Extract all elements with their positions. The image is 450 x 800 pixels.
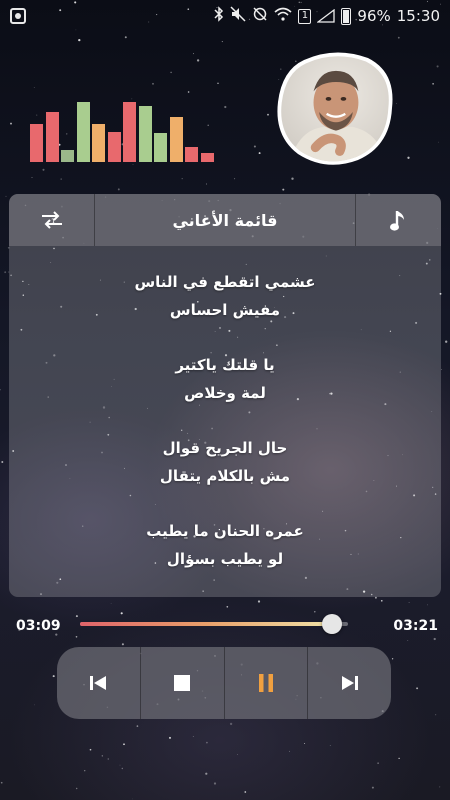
status-bar: 1 96% 15:30 <box>0 0 450 32</box>
equalizer-bar <box>107 132 121 162</box>
lyric-line: يا قلتك ياكتير <box>175 356 275 374</box>
elapsed-time: 03:09 <box>16 618 61 634</box>
lyrics-stanza: عشمي اتقطع في الناس مفيش احساس <box>9 268 441 324</box>
no-alarm-icon <box>252 6 268 26</box>
pause-button[interactable] <box>225 647 309 719</box>
seek-bar[interactable] <box>80 614 348 634</box>
signal-icon <box>317 9 336 23</box>
playlist-title[interactable]: قائمة الأغاني <box>95 211 355 230</box>
equalizer-bar <box>200 153 214 162</box>
lyric-line: حال الجريح قوال <box>162 439 288 457</box>
pause-icon <box>258 674 273 692</box>
equalizer-bar <box>61 150 74 162</box>
skip-previous-icon <box>90 676 107 690</box>
lyric-line: لمة وخلاص <box>184 384 266 402</box>
seek-bar-progress <box>80 622 332 626</box>
lyrics-card: 1 قائمة الأغاني عشمي اتقطع في الناس مفيش… <box>9 194 441 597</box>
music-button[interactable] <box>355 194 441 246</box>
equalizer-bar <box>30 124 43 162</box>
wifi-icon <box>274 7 292 25</box>
lyric-line: عشمي اتقطع في الناس <box>134 273 316 291</box>
next-button[interactable] <box>308 647 391 719</box>
lyric-line: مفيش احساس <box>169 301 281 319</box>
equalizer-bar <box>76 102 90 162</box>
lyric-line: لو يطيب بسؤال <box>166 550 284 568</box>
artist-avatar <box>274 50 396 168</box>
equalizer-bar <box>92 124 105 162</box>
repeat-button[interactable]: 1 <box>9 194 95 246</box>
music-note-icon <box>389 211 404 231</box>
mute-icon <box>230 6 246 26</box>
lyrics-text: عشمي اتقطع في الناس مفيش احساس يا قلتك ي… <box>9 268 441 597</box>
seek-bar-thumb[interactable] <box>321 614 342 634</box>
equalizer-bar <box>123 102 136 162</box>
clock: 15:30 <box>396 7 440 25</box>
equalizer-bar <box>138 106 152 162</box>
previous-button[interactable] <box>57 647 141 719</box>
equalizer-bar <box>169 117 183 162</box>
lyrics-stanza: حال الجريح قوال مش بالكلام يتقال <box>9 434 441 490</box>
repeat-icon: 1 <box>41 211 62 229</box>
equalizer-visualizer <box>30 100 215 162</box>
battery-percent: 96% <box>357 7 391 25</box>
skip-next-icon <box>341 676 358 690</box>
equalizer-bar <box>185 147 198 162</box>
lyric-line: مش بالكلام يتقال <box>159 467 291 485</box>
card-header: 1 قائمة الأغاني <box>9 194 441 246</box>
battery-icon <box>341 7 352 25</box>
equalizer-bar <box>45 112 59 162</box>
lyric-line: عمره الحنان ما يطيب <box>146 522 304 540</box>
bluetooth-icon <box>214 6 224 26</box>
playback-controls <box>57 647 391 719</box>
stop-button[interactable] <box>141 647 225 719</box>
total-time: 03:21 <box>393 618 438 634</box>
svg-text:1: 1 <box>51 218 55 226</box>
lyrics-stanza: عمره الحنان ما يطيب لو يطيب بسؤال <box>9 517 441 573</box>
sim-indicator: 1 <box>298 8 312 24</box>
stop-icon <box>174 675 191 691</box>
gallery-notification-icon <box>10 8 26 24</box>
equalizer-bar <box>154 133 167 162</box>
lyrics-stanza: يا قلتك ياكتير لمة وخلاص <box>9 351 441 407</box>
